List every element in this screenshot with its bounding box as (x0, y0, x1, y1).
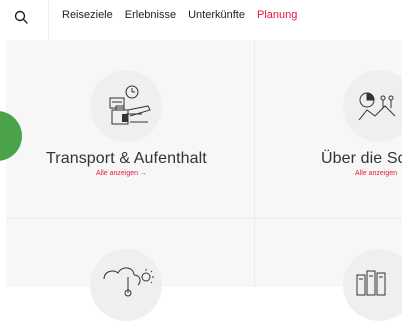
top-navigation-bar: Reiseziele Erlebnisse Unterkünfte Planun… (0, 0, 402, 40)
show-all-link[interactable]: Alle anzeigen (355, 170, 397, 177)
nav-erlebnisse[interactable]: Erlebnisse (125, 9, 176, 21)
nav-unterkuenfte[interactable]: Unterkünfte (188, 9, 245, 21)
card-title: Über die Sc (321, 150, 402, 167)
card-ueber-die-schweiz[interactable]: Über die Sc Alle anzeigen (255, 40, 402, 218)
planning-grid: Transport & Aufenthalt Alle anzeigen → Ü… (0, 40, 402, 321)
green-tab[interactable] (0, 111, 22, 161)
card-weather[interactable] (6, 219, 254, 321)
card-books[interactable] (255, 219, 402, 321)
show-all-link[interactable]: Alle anzeigen → (96, 170, 147, 177)
nav-reiseziele[interactable]: Reiseziele (62, 9, 113, 21)
nav-divider (48, 0, 49, 40)
weather-icon (90, 249, 162, 321)
card-title: Transport & Aufenthalt (46, 150, 207, 167)
chart-people-icon (343, 70, 402, 142)
main-nav: Reiseziele Erlebnisse Unterkünfte Planun… (62, 9, 297, 21)
search-icon[interactable] (12, 8, 32, 28)
nav-planung[interactable]: Planung (257, 9, 297, 21)
luggage-calendar-icon (90, 70, 162, 142)
books-icon (343, 249, 402, 321)
card-transport[interactable]: Transport & Aufenthalt Alle anzeigen → (0, 40, 254, 218)
